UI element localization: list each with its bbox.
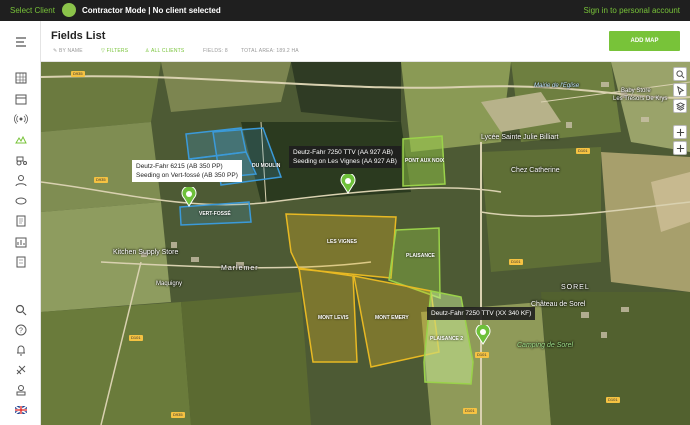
tooltip-machine-name: Deutz-Fahr 7250 TTV (AA 927 AB) <box>293 149 393 156</box>
grid-icon[interactable] <box>13 70 28 85</box>
tractor-marker-icon[interactable] <box>340 174 356 194</box>
equipment-icon[interactable] <box>13 193 28 208</box>
tooltip-machine-name: Deutz-Fahr 6215 (AB 350 PP) <box>136 163 223 170</box>
list-icon[interactable] <box>13 254 28 269</box>
place-kitchen-supply: Kitchen Supply Store <box>113 249 179 256</box>
signal-icon[interactable] <box>13 111 28 126</box>
bell-icon[interactable] <box>13 342 28 357</box>
place-sorel: SOREL <box>561 284 590 291</box>
field-label-les-vignes[interactable]: LES VIGNES <box>327 239 357 245</box>
road-label: D101 <box>463 408 477 414</box>
zoom-in-icon[interactable] <box>673 125 687 139</box>
field-label-vert-fosse[interactable]: VERT-FOSSÉ <box>199 211 231 217</box>
machine-tooltip-les-vignes: Deutz-Fahr 7250 TTV (AA 927 AB) Seeding … <box>289 146 401 168</box>
map-search-icon[interactable] <box>673 67 687 81</box>
place-tresors: Les Trésors De Krys <box>613 96 668 102</box>
place-chateau-de-sorel: Château de Sorel <box>531 301 586 308</box>
road-label: D101 <box>475 352 489 358</box>
field-label-plaisance-2[interactable]: PLAISANCE 2 <box>430 336 463 342</box>
map-select-arrow-icon[interactable] <box>673 83 687 97</box>
filters-button[interactable]: ▽ FILTERS <box>101 48 128 54</box>
map-imagery <box>41 62 690 425</box>
sort-by-name-label: BY NAME <box>58 48 83 54</box>
filters-label: FILTERS <box>106 48 129 54</box>
tooltip-operation: Seeding on Les Vignes (AA 927 AB) <box>293 158 397 165</box>
fields-list-header: Fields List ✎ BY NAME ▽ FILTERS ♙ ALL CL… <box>41 21 690 62</box>
sort-by-name[interactable]: ✎ BY NAME <box>53 48 83 54</box>
road-label: D101 <box>129 335 143 341</box>
operator-icon[interactable] <box>13 172 28 187</box>
map-layers-icon[interactable] <box>673 99 687 113</box>
contractor-mode-label: Contractor Mode | No client selected <box>82 6 221 15</box>
fields-icon[interactable] <box>13 131 28 146</box>
field-label-pont-aux-noix[interactable]: PONT AUX NOIX <box>405 158 444 164</box>
road-label: D935 <box>171 412 185 418</box>
field-label-mont-emery[interactable]: MONT EMERY <box>375 315 409 321</box>
menu-icon[interactable] <box>13 34 28 49</box>
all-clients-label: ALL CLIENTS <box>151 48 185 54</box>
top-bar: Select Client Contractor Mode | No clien… <box>0 0 690 21</box>
fields-count: FIELDS: 8 <box>203 48 228 54</box>
place-camping-de-sorel: Camping de Sorel <box>517 342 574 349</box>
road-label: D935 <box>71 71 85 77</box>
sidebar: ? <box>0 21 41 425</box>
zoom-out-icon[interactable] <box>673 141 687 155</box>
road-label: D101 <box>509 259 523 265</box>
satellite-icon[interactable] <box>13 362 28 377</box>
document-icon[interactable] <box>13 213 28 228</box>
road-label: D101 <box>576 148 590 154</box>
tractor-icon[interactable] <box>13 152 28 167</box>
place-lycee: Lycée Sainte Julie Billiart <box>481 134 559 141</box>
select-client-link[interactable]: Select Client <box>10 6 55 15</box>
tractor-marker-icon[interactable] <box>475 325 491 345</box>
machine-tooltip-vert-fosse: Deutz-Fahr 6215 (AB 350 PP) Seeding on V… <box>132 160 242 182</box>
calendar-icon[interactable] <box>13 91 28 106</box>
field-label-plaisance[interactable]: PLAISANCE <box>406 253 435 259</box>
sign-in-personal-link[interactable]: Sign in to personal account <box>583 6 680 15</box>
language-flag-icon[interactable] <box>13 402 28 417</box>
tractor-marker-icon[interactable] <box>181 187 197 207</box>
place-marlemer: Marlemer <box>221 265 259 272</box>
machine-tooltip-plaisance: Deutz-Fahr 7250 TTV (XX 340 KF) <box>427 307 536 320</box>
search-icon[interactable] <box>13 302 28 317</box>
svg-text:?: ? <box>19 327 23 334</box>
contractor-mode-icon <box>62 3 76 17</box>
all-clients-button[interactable]: ♙ ALL CLIENTS <box>145 48 184 54</box>
satellite-map[interactable]: VERT-FOSSÉ DU MOULIN PONT AUX NOIX LES V… <box>41 62 690 425</box>
page-title: Fields List <box>51 30 106 42</box>
total-area: TOTAL AREA: 189.2 HA <box>241 48 299 54</box>
report-icon[interactable] <box>13 234 28 249</box>
field-label-mont-levis[interactable]: MONT LEVIS <box>318 315 349 321</box>
place-chez-catherine: Chez Catherine <box>511 167 560 174</box>
help-icon[interactable]: ? <box>13 322 28 337</box>
user-icon[interactable] <box>13 382 28 397</box>
place-baby-store: Baby Store <box>621 88 651 94</box>
place-mairie: Mairie de l'Eglise <box>534 83 580 89</box>
road-label: D101 <box>606 397 620 403</box>
tooltip-operation: Seeding on Vert-fossé (AB 350 PP) <box>136 172 238 179</box>
add-map-button[interactable]: ADD MAP <box>609 31 680 51</box>
field-label-moulin[interactable]: DU MOULIN <box>252 163 280 169</box>
place-maquigny: Maquigny <box>156 281 183 287</box>
road-label: D935 <box>94 177 108 183</box>
